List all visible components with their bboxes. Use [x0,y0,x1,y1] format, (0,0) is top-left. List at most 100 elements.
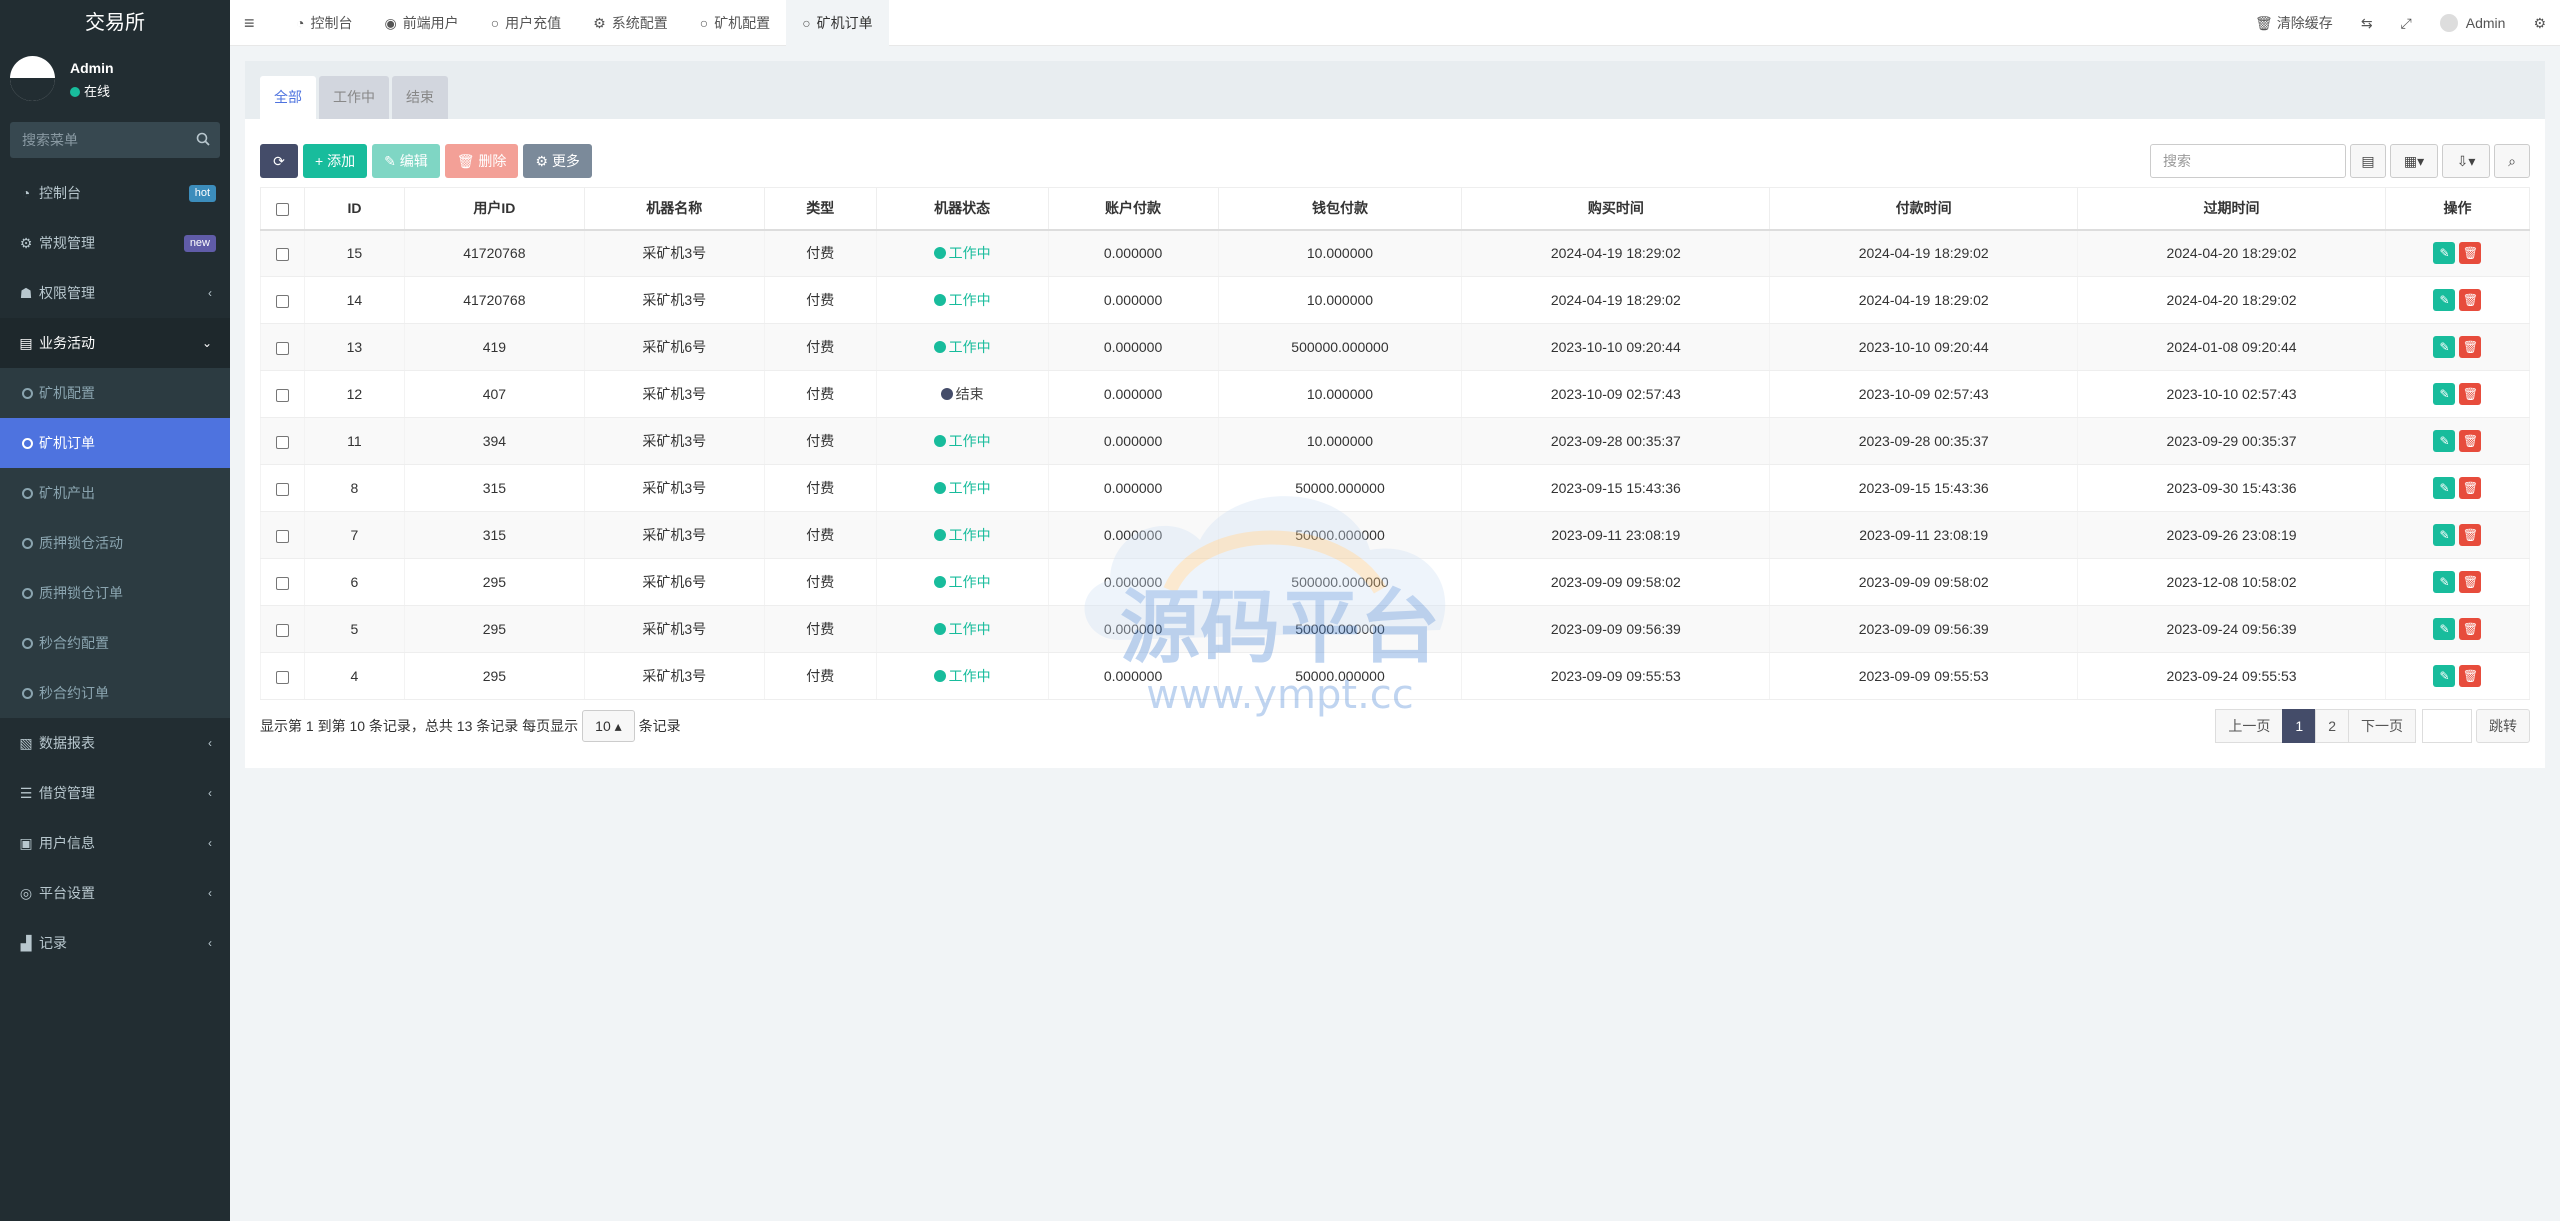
table-row[interactable]: 8 315 采矿机3号 付费 工作中 0.000000 50000.000000 2023-0… [260,464,2531,512]
submenu-item-miner-config[interactable]: 矿机配置 [0,368,230,418]
menu-toggle-icon[interactable]: ≡ [244,13,255,34]
table-search-input[interactable] [2150,144,2346,178]
menu-item-general[interactable]: ⚙ 常规管理 new [0,218,230,268]
next-page-button[interactable]: 下一页 [2348,709,2416,743]
row-checkbox[interactable] [275,294,289,308]
menu-item-reports[interactable]: ▧ 数据报表 ‹ [0,718,230,768]
table-row[interactable]: 4 295 采矿机3号 付费 工作中 0.000000 50000.000000 2023-0… [260,652,2531,700]
toggle-view-button[interactable]: ▤ [2350,144,2386,178]
row-checkbox[interactable] [275,670,289,684]
col-header-purchase-time[interactable]: 购买时间 [1461,187,1771,231]
table-row[interactable]: 12 407 采矿机3号 付费 结束 0.000000 10.000000 2023-10-0… [260,370,2531,418]
select-all-checkbox[interactable] [275,203,289,217]
submenu-item-miner-output[interactable]: 矿机产出 [0,468,230,518]
row-edit-icon[interactable]: ✎ [2433,618,2456,640]
jump-button[interactable]: 跳转 [2476,709,2530,743]
row-checkbox[interactable] [275,482,289,496]
row-checkbox[interactable] [275,576,289,590]
row-delete-icon[interactable]: 🗑 [2459,477,2482,499]
menu-search-input[interactable] [10,122,220,158]
app-logo[interactable]: 交易所 [0,0,230,46]
submenu-item-staking-orders[interactable]: 质押锁仓订单 [0,568,230,618]
refresh-button[interactable]: ⟳ [260,144,298,178]
row-edit-icon[interactable]: ✎ [2433,430,2456,452]
row-delete-icon[interactable]: 🗑 [2459,383,2482,405]
col-header-machine-status[interactable]: 机器状态 [875,187,1049,231]
table-row[interactable]: 7 315 采矿机3号 付费 工作中 0.000000 50000.000000 2023-0… [260,511,2531,559]
row-delete-icon[interactable]: 🗑 [2459,430,2482,452]
settings-cogs-icon[interactable]: ⚙ [2519,0,2560,46]
submenu-item-miner-orders[interactable]: 矿机订单 [0,418,230,468]
fullscreen-icon[interactable]: ⤢ [2387,0,2426,46]
table-row[interactable]: 15 41720768 采矿机3号 付费 工作中 0.000000 10.000000 202… [260,229,2531,277]
row-checkbox[interactable] [275,248,289,262]
clear-cache-button[interactable]: 🗑 清除缓存 [2241,0,2347,46]
row-checkbox[interactable] [275,435,289,449]
submenu-item-second-contract-config[interactable]: 秒合约配置 [0,618,230,668]
filter-tab-all[interactable]: 全部 [260,76,316,119]
tab-dashboard[interactable]: ◔ 控制台 [280,0,368,46]
search-icon[interactable] [196,132,210,149]
edit-button[interactable]: ✎ 编辑 [372,144,440,178]
search-toggle-button[interactable]: ⌕ [2494,144,2530,178]
menu-item-user-info[interactable]: ▣ 用户信息 ‹ [0,818,230,868]
page-button-2[interactable]: 2 [2315,709,2349,743]
row-edit-icon[interactable]: ✎ [2433,524,2456,546]
columns-dropdown-button[interactable]: ▦▾ [2390,144,2438,178]
submenu-item-staking-activity[interactable]: 质押锁仓活动 [0,518,230,568]
row-edit-icon[interactable]: ✎ [2433,571,2456,593]
col-header-account-payment[interactable]: 账户付款 [1047,187,1219,231]
prev-page-button[interactable]: 上一页 [2215,709,2284,743]
table-row[interactable]: 11 394 采矿机3号 付费 工作中 0.000000 10.000000 2023-09-… [260,417,2531,465]
row-delete-icon[interactable]: 🗑 [2459,665,2482,687]
col-header-user-id[interactable]: 用户ID [403,187,585,231]
more-button[interactable]: ⚙ 更多 [523,144,592,178]
jump-page-input[interactable] [2422,709,2472,743]
export-dropdown-button[interactable]: ⇩▾ [2442,144,2490,178]
row-edit-icon[interactable]: ✎ [2433,289,2456,311]
row-edit-icon[interactable]: ✎ [2433,242,2456,265]
add-button[interactable]: + 添加 [303,144,368,178]
submenu-item-second-contract-orders[interactable]: 秒合约订单 [0,668,230,718]
row-delete-icon[interactable]: 🗑 [2459,571,2482,593]
row-checkbox[interactable] [275,529,289,543]
translate-icon[interactable]: ⇆ [2347,0,2387,46]
table-row[interactable]: 5 295 采矿机3号 付费 工作中 0.000000 50000.000000 2023-0… [260,605,2531,653]
col-header-payment-time[interactable]: 付款时间 [1769,187,2079,231]
tab-system-config[interactable]: ⚙ 系统配置 [577,0,684,46]
tab-miner-config[interactable]: ○ 矿机配置 [684,0,786,46]
menu-item-platform-settings[interactable]: ◎ 平台设置 ‹ [0,868,230,918]
table-row[interactable]: 6 295 采矿机6号 付费 工作中 0.000000 500000.000000 2023-… [260,558,2531,606]
tab-frontend-users[interactable]: ◉ 前端用户 [368,0,474,46]
col-header-wallet-payment[interactable]: 钱包付款 [1217,187,1463,231]
page-size-dropdown[interactable]: 10 ▴ [582,710,635,742]
row-delete-icon[interactable]: 🗑 [2459,242,2482,265]
row-delete-icon[interactable]: 🗑 [2459,336,2482,358]
row-delete-icon[interactable]: 🗑 [2459,289,2482,311]
col-header-id[interactable]: ID [303,187,405,231]
menu-item-records[interactable]: ▟ 记录 ‹ [0,918,230,968]
filter-tab-ended[interactable]: 结束 [392,76,448,119]
tab-miner-orders[interactable]: ○ 矿机订单 [786,0,889,46]
row-edit-icon[interactable]: ✎ [2433,336,2456,358]
col-header-expire-time[interactable]: 过期时间 [2077,187,2386,231]
table-row[interactable]: 14 41720768 采矿机3号 付费 工作中 0.000000 10.000000 202… [260,276,2531,324]
col-header-type[interactable]: 类型 [763,187,877,231]
row-checkbox[interactable] [275,388,289,402]
table-row[interactable]: 13 419 采矿机6号 付费 工作中 0.000000 500000.000000 2023… [260,323,2531,371]
tab-user-recharge[interactable]: ○ 用户充值 [475,0,577,46]
menu-item-business[interactable]: ▤ 业务活动 ⌄ [0,318,230,368]
menu-item-dashboard[interactable]: ◔ 控制台 hot [0,168,230,218]
page-button-1[interactable]: 1 [2282,709,2317,743]
row-delete-icon[interactable]: 🗑 [2459,524,2482,546]
menu-item-loans[interactable]: ☰ 借贷管理 ‹ [0,768,230,818]
row-edit-icon[interactable]: ✎ [2433,383,2456,405]
row-checkbox[interactable] [275,341,289,355]
menu-item-permission[interactable]: ☗ 权限管理 ‹ [0,268,230,318]
row-checkbox[interactable] [275,623,289,637]
admin-menu[interactable]: Admin [2426,0,2520,46]
row-edit-icon[interactable]: ✎ [2433,477,2456,499]
row-edit-icon[interactable]: ✎ [2433,665,2456,687]
col-header-machine-name[interactable]: 机器名称 [583,187,765,231]
row-delete-icon[interactable]: 🗑 [2459,618,2482,640]
